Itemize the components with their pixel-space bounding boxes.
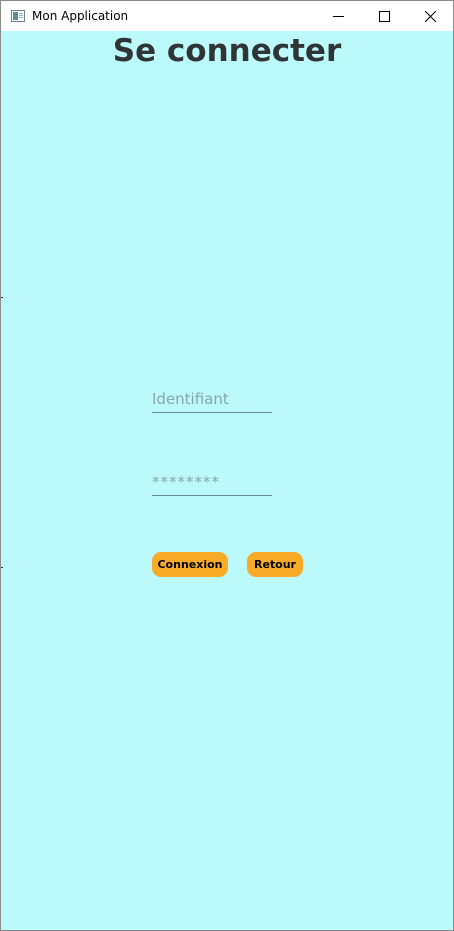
window-controls <box>315 1 453 31</box>
minimize-icon <box>332 15 344 17</box>
login-button[interactable]: Connexion <box>152 552 228 577</box>
close-icon <box>424 10 436 22</box>
app-window-icon <box>11 10 25 22</box>
page-title: Se connecter <box>112 33 342 69</box>
back-button[interactable]: Retour <box>247 552 303 577</box>
close-button[interactable] <box>407 1 453 31</box>
maximize-button[interactable] <box>361 1 407 31</box>
edge-divider <box>1 567 3 568</box>
username-input[interactable] <box>152 387 272 413</box>
password-input[interactable] <box>152 470 272 496</box>
app-window: Mon Application Se connecter Conn <box>0 0 454 931</box>
title-bar[interactable]: Mon Application <box>1 1 453 31</box>
edge-divider <box>1 297 3 298</box>
minimize-button[interactable] <box>315 1 361 31</box>
window-title: Mon Application <box>32 9 129 23</box>
maximize-icon <box>378 10 390 22</box>
